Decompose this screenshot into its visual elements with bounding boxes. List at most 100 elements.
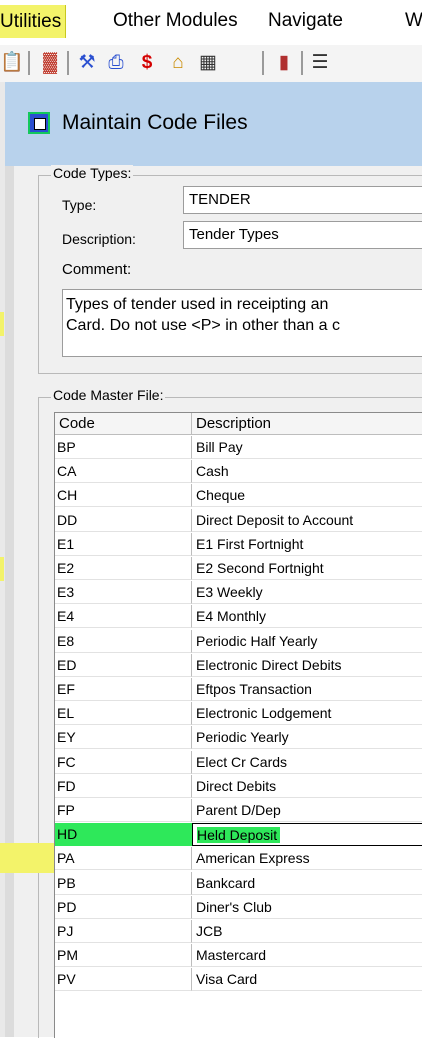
table-row[interactable]: HD Held Deposit	[55, 823, 422, 847]
table-row[interactable]: DD Direct Deposit to Account	[55, 508, 422, 532]
cell-description[interactable]: E3 Weekly	[192, 581, 422, 605]
menu-utilities-label: Utilities	[0, 11, 62, 32]
toolbar-separator	[28, 51, 30, 75]
table-row[interactable]: E4 E4 Monthly	[55, 605, 422, 629]
cell-code[interactable]: HD	[55, 823, 192, 847]
cell-description[interactable]: Periodic Yearly	[192, 726, 422, 750]
table-row[interactable]: EL Electronic Lodgement	[55, 702, 422, 726]
cell-code[interactable]: PB	[55, 871, 192, 895]
dollar-icon[interactable]: $	[135, 51, 159, 75]
cell-code[interactable]: FP	[55, 799, 192, 822]
table-row[interactable]: ED Electronic Direct Debits	[55, 653, 422, 677]
cell-description[interactable]: Electronic Lodgement	[192, 702, 422, 726]
menu-utilities[interactable]: Utilities	[0, 5, 67, 38]
table-row[interactable]: E2 E2 Second Fortnight	[55, 557, 422, 580]
table-row[interactable]: E8 Periodic Half Yearly	[55, 629, 422, 653]
book-icon[interactable]: ▦	[196, 51, 220, 75]
cell-code[interactable]: PJ	[55, 920, 192, 943]
comment-textarea[interactable]: Types of tender used in receipting an Ca…	[62, 289, 422, 357]
table-row[interactable]: E1 E1 First Fortnight	[55, 532, 422, 556]
cell-description[interactable]: E2 Second Fortnight	[192, 557, 422, 580]
cell-code[interactable]: PV	[55, 968, 192, 992]
table-row[interactable]: CH Cheque	[55, 484, 422, 508]
cell-code[interactable]: PD	[55, 895, 192, 919]
cell-description[interactable]: JCB	[192, 920, 422, 943]
cell-description[interactable]: Visa Card	[192, 968, 422, 992]
cell-description-editor[interactable]: Held Deposit	[192, 823, 422, 847]
cell-description[interactable]: Eftpos Transaction	[192, 678, 422, 701]
table-row[interactable]: FD Direct Debits	[55, 774, 422, 798]
tools-icon[interactable]: ⚒	[75, 51, 99, 75]
selected-description-text: Held Deposit	[197, 827, 281, 844]
cell-code[interactable]: EY	[55, 726, 192, 750]
cell-code[interactable]: BP	[55, 436, 192, 459]
cell-description[interactable]: Cheque	[192, 484, 422, 508]
description-field[interactable]: Tender Types	[183, 221, 422, 249]
cell-code[interactable]: DD	[55, 508, 192, 532]
strip-highlight	[0, 312, 4, 336]
column-header-code[interactable]: Code	[55, 413, 192, 435]
cell-code[interactable]: E3	[55, 581, 192, 605]
type-field[interactable]: TENDER	[183, 186, 422, 214]
code-master-file-group-label: Code Master File:	[51, 387, 166, 403]
cell-description[interactable]: Parent D/Dep	[192, 799, 422, 822]
table-row[interactable]: PJ JCB	[55, 920, 422, 943]
table-row[interactable]: PB Bankcard	[55, 871, 422, 895]
type-label: Type:	[62, 197, 97, 213]
comment-line: Types of tender used in receipting an	[66, 296, 329, 313]
door-icon[interactable]: ▮	[272, 51, 296, 75]
cell-description[interactable]: Direct Deposit to Account	[192, 509, 422, 532]
cell-code[interactable]: CA	[55, 460, 192, 484]
table-row[interactable]: BP Bill Pay	[55, 436, 422, 459]
cell-description[interactable]: Mastercard	[192, 944, 422, 968]
table-row[interactable]: PV Visa Card	[55, 968, 422, 992]
cell-code[interactable]: CH	[55, 484, 192, 508]
description-label: Description:	[62, 231, 136, 247]
menu-bar: Utilities Other Modules Navigate W	[0, 0, 422, 45]
menu-navigate[interactable]: Navigate	[268, 10, 343, 32]
cell-code[interactable]: E2	[55, 557, 192, 580]
paste-icon[interactable]: 📋	[0, 51, 24, 75]
cell-code[interactable]: ED	[55, 653, 192, 677]
cell-description[interactable]: Elect Cr Cards	[192, 751, 422, 774]
cell-code[interactable]: EL	[55, 702, 192, 726]
code-master-grid: Code Description BP Bill Pay CA Cash CH Chequ…	[54, 412, 422, 1038]
print-icon[interactable]: ⎙	[104, 51, 128, 75]
menu-window[interactable]: W	[405, 10, 422, 32]
dialog-title: Maintain Code Files	[62, 111, 248, 134]
home-icon[interactable]: ⌂	[166, 51, 190, 75]
cell-description[interactable]: E4 Monthly	[192, 605, 422, 629]
table-row[interactable]: FP Parent D/Dep	[55, 799, 422, 822]
cell-description[interactable]: Bankcard	[192, 872, 422, 895]
cell-code[interactable]: E4	[55, 605, 192, 629]
list-icon[interactable]: ☰	[308, 51, 332, 75]
cell-description[interactable]: Periodic Half Yearly	[192, 630, 422, 653]
menu-other-modules[interactable]: Other Modules	[113, 10, 238, 32]
cell-code[interactable]: PM	[55, 944, 192, 968]
cell-description[interactable]: E1 First Fortnight	[192, 533, 422, 556]
toolbar: 📋 ▓ ⚒ ⎙ $ ⌂ ▦ ▮ ☰	[0, 45, 422, 83]
toolbar-separator	[262, 51, 264, 75]
cell-description[interactable]: Diner's Club	[192, 896, 422, 919]
comment-line: Card. Do not use <P> in other than a c	[66, 317, 340, 334]
table-row[interactable]: E3 E3 Weekly	[55, 581, 422, 605]
table-row[interactable]: EY Periodic Yearly	[55, 726, 422, 750]
cell-code[interactable]: FC	[55, 750, 192, 774]
column-header-description[interactable]: Description	[192, 413, 422, 435]
cell-description[interactable]: Bill Pay	[192, 436, 422, 459]
cell-code[interactable]: EF	[55, 678, 192, 701]
selected-row-marker	[0, 843, 56, 873]
table-row[interactable]: FC Elect Cr Cards	[55, 750, 422, 774]
cell-code[interactable]: E1	[55, 532, 192, 556]
cell-code[interactable]: FD	[55, 774, 192, 798]
cell-code[interactable]: E8	[55, 629, 192, 653]
table-row[interactable]: CA Cash	[55, 460, 422, 484]
cell-description[interactable]: Direct Debits	[192, 775, 422, 798]
cell-description[interactable]: Cash	[192, 460, 422, 484]
table-row[interactable]: PD Diner's Club	[55, 895, 422, 919]
table-row[interactable]: EF Eftpos Transaction	[55, 678, 422, 701]
table-row[interactable]: PM Mastercard	[55, 944, 422, 968]
chart-icon[interactable]: ▓	[38, 51, 62, 75]
cell-description[interactable]: Electronic Direct Debits	[192, 654, 422, 677]
app-window-icon	[28, 112, 50, 134]
